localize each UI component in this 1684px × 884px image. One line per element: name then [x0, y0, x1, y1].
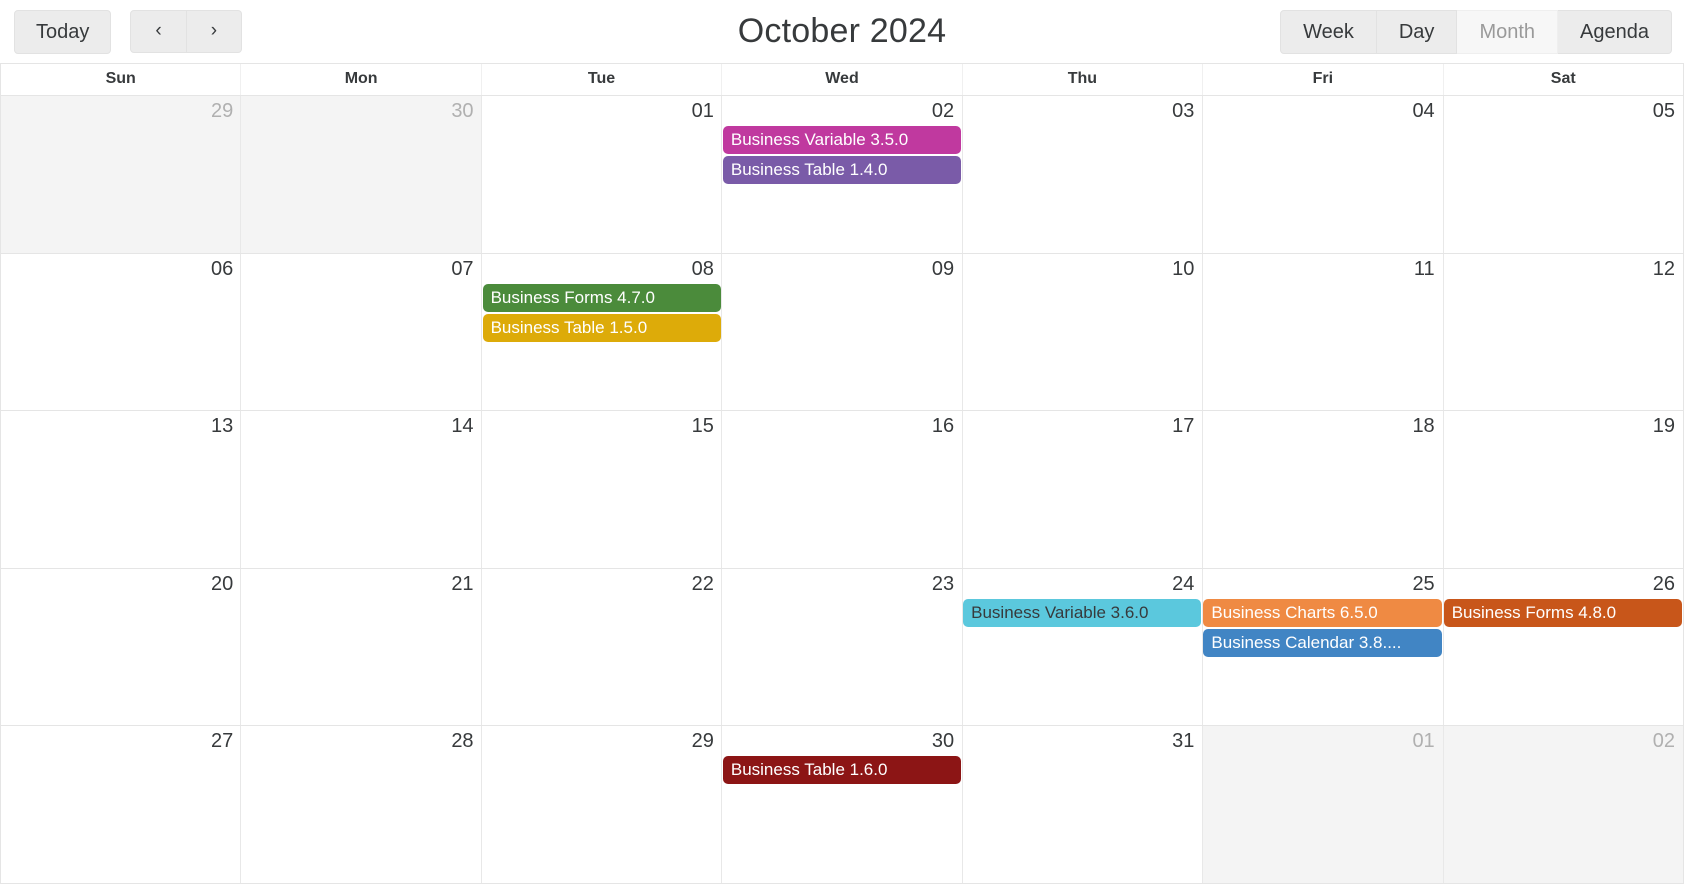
date-cell-number[interactable]: 12: [1443, 258, 1683, 281]
date-number-row: 13 14 15 16 17 18 19: [1, 411, 1683, 438]
date-cell-number[interactable]: 29: [1, 100, 241, 123]
event-slot: Business Calendar 3.8....: [1202, 628, 1442, 657]
view-button-agenda[interactable]: Agenda: [1558, 9, 1672, 54]
date-cell-number[interactable]: 26: [1443, 573, 1683, 596]
calendar-event[interactable]: Business Charts 6.5.0: [1203, 598, 1442, 627]
event-slot: Business Variable 3.6.0: [962, 598, 1202, 627]
date-number-row: 27 28 29 30 31 01 02: [1, 726, 1683, 753]
week-row: 06 07 08 09 10 11 12 Business Forms 4.7.0 Busine…: [1, 253, 1683, 412]
date-cell-number[interactable]: 05: [1443, 100, 1683, 123]
date-cell-number[interactable]: 15: [482, 415, 722, 438]
calendar-event[interactable]: Business Table 1.5.0: [482, 313, 721, 342]
date-cell-number[interactable]: 29: [482, 730, 722, 753]
calendar-event[interactable]: Business Table 1.6.0: [722, 756, 962, 785]
date-cell-number[interactable]: 25: [1202, 573, 1442, 596]
date-cell-number[interactable]: 10: [962, 258, 1202, 281]
calendar-event[interactable]: Business Forms 4.8.0: [1443, 598, 1682, 627]
calendar-event[interactable]: Business Variable 3.5.0: [722, 126, 962, 154]
date-cell-number[interactable]: 01: [482, 100, 722, 123]
event-slot: Business Table 1.5.0: [482, 313, 722, 342]
event-slot: Business Charts 6.5.0: [1202, 598, 1442, 627]
weekday-header-row: Sun Mon Tue Wed Thu Fri Sat: [1, 64, 1683, 96]
date-cell-number[interactable]: 20: [1, 573, 241, 596]
date-cell-number[interactable]: 06: [1, 258, 241, 281]
month-grid: Sun Mon Tue Wed Thu Fri Sat 29 30 01 02 03 04…: [0, 63, 1684, 884]
date-cell-number[interactable]: 03: [962, 100, 1202, 123]
week-row: 27 28 29 30 31 01 02 Business Table 1.6.0: [1, 726, 1683, 883]
date-cell-number[interactable]: 08: [482, 258, 722, 281]
weekday-header-sat: Sat: [1442, 64, 1683, 95]
date-cell-number[interactable]: 28: [241, 730, 481, 753]
calendar-month-view: Today ‹ › October 2024 Week Day Month Ag…: [0, 0, 1684, 884]
prev-month-button[interactable]: ‹: [130, 10, 187, 53]
week-rows-container: 29 30 01 02 03 04 05 Business Variable 3.5.0 Bus…: [1, 96, 1683, 883]
view-button-month[interactable]: Month: [1457, 9, 1559, 54]
weekday-header-fri: Fri: [1202, 64, 1442, 95]
date-cell-number[interactable]: 14: [241, 415, 481, 438]
date-cell-number[interactable]: 24: [962, 573, 1202, 596]
event-slot: Business Forms 4.8.0: [1443, 598, 1683, 627]
event-slot: Business Table 1.4.0: [722, 156, 962, 184]
view-button-week[interactable]: Week: [1280, 9, 1377, 54]
date-cell-number[interactable]: 22: [482, 573, 722, 596]
calendar-event[interactable]: Business Calendar 3.8....: [1203, 628, 1442, 657]
week-row: 20 21 22 23 24 25 26 Business Variable 3.6.0 Bus…: [1, 568, 1683, 727]
date-cell-number[interactable]: 01: [1202, 730, 1442, 753]
date-number-row: 29 30 01 02 03 04 05: [1, 96, 1683, 123]
date-cell-number[interactable]: 16: [722, 415, 962, 438]
event-slot: Business Forms 4.7.0: [482, 283, 722, 312]
event-slot: Business Table 1.6.0: [722, 756, 962, 785]
calendar-toolbar: Today ‹ › October 2024 Week Day Month Ag…: [0, 0, 1684, 63]
date-number-row: 06 07 08 09 10 11 12: [1, 254, 1683, 281]
date-cell-number[interactable]: 31: [962, 730, 1202, 753]
date-cell-number[interactable]: 21: [241, 573, 481, 596]
date-cell-number[interactable]: 02: [722, 100, 962, 123]
date-cell-number[interactable]: 02: [1443, 730, 1683, 753]
week-row: 13 14 15 16 17 18 19: [1, 411, 1683, 569]
date-number-row: 20 21 22 23 24 25 26: [1, 569, 1683, 596]
date-cell-number[interactable]: 18: [1202, 415, 1442, 438]
date-cell-number[interactable]: 13: [1, 415, 241, 438]
calendar-event[interactable]: Business Variable 3.6.0: [963, 598, 1202, 627]
weekday-header-tue: Tue: [480, 64, 721, 95]
toolbar-nav-group: Today ‹ ›: [14, 9, 243, 54]
date-cell-number[interactable]: 30: [722, 730, 962, 753]
view-switcher-group: Week Day Month Agenda: [1280, 9, 1672, 54]
event-slot: Business Variable 3.5.0: [722, 126, 962, 154]
date-cell-number[interactable]: 11: [1202, 258, 1442, 281]
weekday-header-sun: Sun: [105, 70, 136, 87]
date-cell-number[interactable]: 07: [241, 258, 481, 281]
date-cell-number[interactable]: 30: [241, 100, 481, 123]
view-button-day[interactable]: Day: [1376, 9, 1458, 54]
calendar-event[interactable]: Business Table 1.4.0: [722, 156, 962, 184]
weekday-header-wed: Wed: [721, 64, 961, 95]
calendar-event[interactable]: Business Forms 4.7.0: [482, 283, 721, 312]
date-cell-number[interactable]: 27: [1, 730, 241, 753]
date-cell-number[interactable]: 17: [962, 415, 1202, 438]
today-button[interactable]: Today: [14, 9, 112, 54]
week-row: 29 30 01 02 03 04 05 Business Variable 3.5.0 Bus…: [1, 96, 1683, 254]
prev-next-group: ‹ ›: [130, 10, 243, 53]
next-month-button[interactable]: ›: [186, 10, 243, 53]
date-cell-number[interactable]: 04: [1202, 100, 1442, 123]
weekday-header-thu: Thu: [961, 64, 1202, 95]
date-cell-number[interactable]: 09: [722, 258, 962, 281]
date-cell-number[interactable]: 19: [1443, 415, 1683, 438]
weekday-header-mon: Mon: [240, 64, 480, 95]
date-cell-number[interactable]: 23: [722, 573, 962, 596]
